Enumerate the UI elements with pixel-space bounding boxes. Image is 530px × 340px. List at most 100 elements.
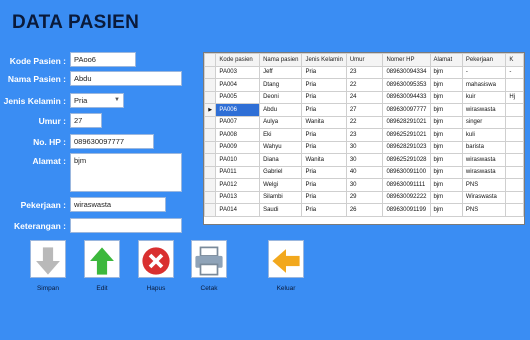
table-cell[interactable]: Pria [301, 90, 347, 104]
table-cell[interactable]: PA013 [215, 190, 261, 204]
cetak-button[interactable]: Cetak [191, 240, 227, 292]
table-row[interactable]: PA007 Aulya Wanita 22 089628291021 bjm singer [204, 115, 524, 129]
table-cell[interactable]: PA003 [215, 65, 261, 79]
simpan-button[interactable]: Simpan [30, 240, 66, 292]
table-cell[interactable]: Welgi [259, 178, 303, 192]
table-cell[interactable]: Pria [301, 165, 347, 179]
table-cell[interactable]: PA010 [215, 153, 261, 167]
table-row[interactable]: PA010 Diana Wanita 30 089625291028 bjm wiraswa… [204, 153, 524, 167]
table-cell[interactable]: 27 [345, 103, 384, 117]
table-row[interactable]: PA008 Eki Pria 23 089625291021 bjm kuli [204, 128, 524, 142]
table-cell[interactable] [505, 203, 524, 217]
table-cell[interactable]: kuir [461, 90, 507, 104]
table-cell[interactable]: 089625291021 [382, 128, 431, 142]
keluar-button[interactable]: Keluar [268, 240, 304, 292]
row-selector[interactable] [204, 78, 217, 92]
table-cell[interactable]: 089630097777 [382, 103, 431, 117]
table-row[interactable]: PA011 Gabriel Pria 40 089630091100 bjm wiraswa… [204, 165, 524, 179]
table-cell[interactable]: PA004 [215, 78, 261, 92]
table-cell[interactable]: bjm [429, 128, 463, 142]
table-cell[interactable]: PA007 [215, 115, 261, 129]
table-row[interactable]: PA013 Silambi Pria 29 089630092222 bjm Wiraswa… [204, 190, 524, 204]
table-cell[interactable]: 26 [345, 203, 384, 217]
column-header[interactable]: Nomer HP [382, 53, 431, 67]
table-cell[interactable]: PA005 [215, 90, 261, 104]
table-cell[interactable]: Pria [301, 65, 347, 79]
table-cell[interactable]: Pria [301, 103, 347, 117]
table-cell[interactable]: PA014 [215, 203, 261, 217]
table-row[interactable]: PA004 Dtang Pria 22 089630095353 bjm mahasiswa [204, 78, 524, 92]
table-cell[interactable]: 22 [345, 78, 384, 92]
table-row[interactable]: PA014 Saudi Pria 26 089630091199 bjm PNS [204, 203, 524, 217]
table-cell[interactable]: 089628291021 [382, 115, 431, 129]
table-row[interactable]: PA003 Jeff Pria 23 089630094334 bjm - - [204, 65, 524, 79]
table-row[interactable]: PA012 Welgi Pria 30 089630091111 bjm PNS [204, 178, 524, 192]
table-cell[interactable]: Hj [505, 90, 524, 104]
table-cell[interactable]: Pria [301, 178, 347, 192]
table-cell[interactable]: Pria [301, 190, 347, 204]
table-cell[interactable] [505, 78, 524, 92]
table-cell[interactable]: Wiraswasta [461, 190, 507, 204]
table-cell[interactable]: bjm [429, 140, 463, 154]
table-cell[interactable]: bjm [429, 165, 463, 179]
table-cell[interactable] [505, 128, 524, 142]
table-cell[interactable]: 089630094334 [382, 65, 431, 79]
table-cell[interactable]: Wahyu [259, 140, 303, 154]
table-cell[interactable]: kuli [461, 128, 507, 142]
table-cell[interactable]: 24 [345, 90, 384, 104]
row-selector[interactable] [204, 128, 217, 142]
table-row[interactable]: PA005 Deoni Pria 24 089630094433 bjm kuir Hj [204, 90, 524, 104]
hapus-button[interactable]: Hapus [138, 240, 174, 292]
row-selector[interactable] [204, 203, 217, 217]
table-cell[interactable]: 089630094433 [382, 90, 431, 104]
table-cell[interactable]: Deoni [259, 90, 303, 104]
kode-pasien-field[interactable]: PAoo6 [70, 52, 136, 67]
row-selector[interactable] [204, 65, 217, 79]
table-cell[interactable]: PA009 [215, 140, 261, 154]
table-cell[interactable]: bjm [429, 65, 463, 79]
column-header[interactable]: K [505, 53, 524, 67]
table-cell[interactable]: bjm [429, 203, 463, 217]
table-cell[interactable]: wiraswasta [461, 153, 507, 167]
table-cell[interactable] [505, 165, 524, 179]
table-cell[interactable]: Pria [301, 78, 347, 92]
table-cell[interactable]: 089630091100 [382, 165, 431, 179]
table-cell[interactable]: 089625291028 [382, 153, 431, 167]
column-header[interactable]: Pekerjaan [461, 53, 507, 67]
table-cell[interactable]: wiraswasta [461, 103, 507, 117]
table-cell[interactable]: 30 [345, 178, 384, 192]
jenis-kelamin-select[interactable]: Pria ▼ [70, 93, 124, 108]
table-cell[interactable]: PNS [461, 203, 507, 217]
table-cell[interactable]: PA012 [215, 178, 261, 192]
alamat-field[interactable]: bjm [70, 153, 182, 192]
column-header[interactable]: Nama pasien [259, 53, 303, 67]
table-cell[interactable]: Silambi [259, 190, 303, 204]
table-cell[interactable]: 22 [345, 115, 384, 129]
nama-pasien-field[interactable]: Abdu [70, 71, 182, 86]
table-cell[interactable]: Aulya [259, 115, 303, 129]
table-cell[interactable]: Dtang [259, 78, 303, 92]
table-cell[interactable] [505, 178, 524, 192]
row-selector[interactable] [204, 140, 217, 154]
table-cell[interactable]: 23 [345, 128, 384, 142]
column-header[interactable]: Kode pasien [215, 53, 261, 67]
table-cell[interactable]: 30 [345, 153, 384, 167]
table-cell[interactable]: PA011 [215, 165, 261, 179]
table-cell[interactable]: bjm [429, 115, 463, 129]
table-cell[interactable] [505, 115, 524, 129]
column-header[interactable]: Jenis Kelamin [301, 53, 347, 67]
current-row-indicator-icon[interactable]: ▶ [204, 103, 217, 117]
table-cell[interactable] [505, 153, 524, 167]
table-cell[interactable]: barista [461, 140, 507, 154]
table-cell[interactable]: Abdu [259, 103, 303, 117]
table-cell[interactable]: bjm [429, 153, 463, 167]
table-cell[interactable]: bjm [429, 103, 463, 117]
table-cell[interactable]: bjm [429, 190, 463, 204]
patient-data-grid[interactable]: Kode pasien Nama pasien Jenis Kelamin Um… [203, 52, 525, 225]
row-selector[interactable] [204, 90, 217, 104]
umur-field[interactable]: 27 [70, 113, 102, 128]
table-cell[interactable]: PA006 [215, 103, 261, 117]
row-selector[interactable] [204, 165, 217, 179]
table-cell[interactable]: Wanita [301, 115, 347, 129]
table-cell[interactable] [505, 103, 524, 117]
